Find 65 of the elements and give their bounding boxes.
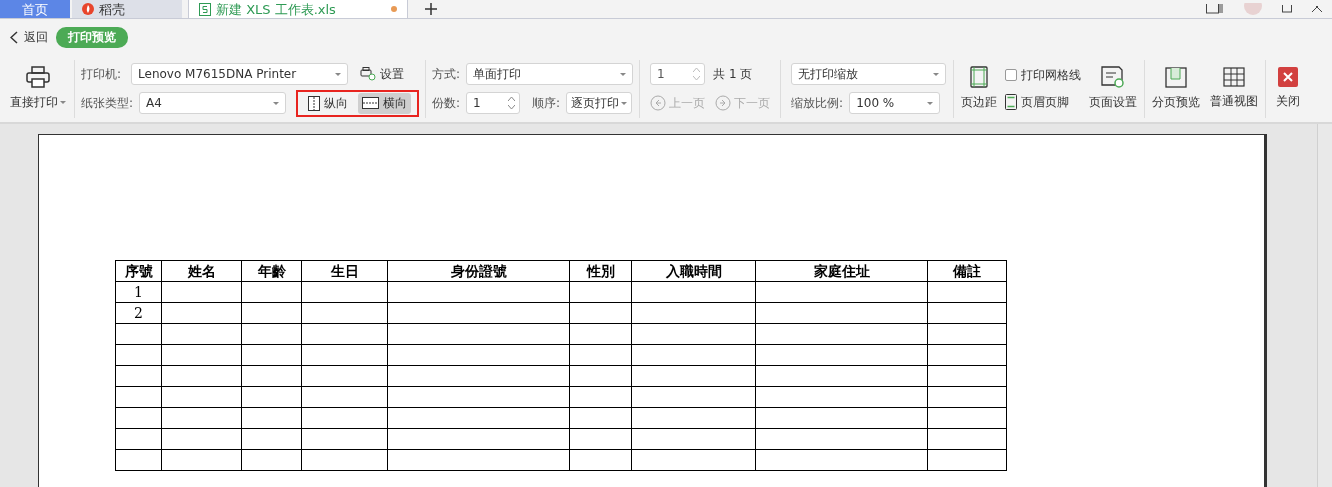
tab[interactable]: 稻壳 <box>72 0 182 18</box>
column-header: 家庭住址 <box>755 260 928 282</box>
method-dropdown[interactable]: 单面打印 <box>466 63 634 85</box>
portrait-page-icon <box>308 95 321 111</box>
landscape-page-icon <box>362 97 380 109</box>
caret-icon <box>933 72 940 76</box>
normal-view-button[interactable]: 普通视图 <box>1208 67 1261 110</box>
margins-button[interactable]: 页边距 <box>959 66 1000 111</box>
table-cell: 2 <box>134 305 143 321</box>
spinner-arrows-icon <box>693 67 701 81</box>
caret-icon <box>273 101 280 105</box>
flame-icon <box>82 3 94 15</box>
page-setup-button[interactable]: 页面设置 <box>1087 66 1140 111</box>
caret-icon <box>927 101 934 105</box>
page-spinner[interactable]: 1 <box>650 63 706 85</box>
page-break-icon <box>1165 66 1188 88</box>
add-icon[interactable] <box>424 3 437 15</box>
caret-icon <box>335 72 342 76</box>
orientation-button[interactable]: 横向 <box>358 92 412 114</box>
column-header: 備註 <box>927 260 1007 282</box>
header-footer-button[interactable]: 页眉页脚 <box>1005 93 1082 111</box>
order-label: 顺序: <box>532 94 561 112</box>
direct-print-button[interactable]: 直接打印 <box>8 66 68 111</box>
orientation-button[interactable]: 纵向 <box>304 92 353 114</box>
paper-type-label: 纸张类型: <box>81 94 134 112</box>
maximize-icon[interactable] <box>1282 5 1292 13</box>
caret-icon <box>60 101 66 104</box>
close-button[interactable]: 关闭 <box>1274 67 1303 110</box>
printer-label: 打印机: <box>81 65 122 83</box>
spinner-arrows-icon <box>508 96 516 110</box>
paper-dropdown[interactable]: A4 <box>139 92 287 114</box>
zoom-dropdown[interactable]: 100 % <box>849 92 941 114</box>
column-header: 入職時間 <box>631 260 756 282</box>
gridlines-checkbox[interactable]: 打印网格线 <box>1005 66 1082 84</box>
back-icon <box>10 30 18 44</box>
page-count: 共 1 页 <box>713 65 753 83</box>
printer-dropdown[interactable]: Lenovo M7615DNA Printer <box>131 63 349 85</box>
back-button[interactable]: 返回 <box>10 28 48 46</box>
copies-label: 份数: <box>432 94 461 112</box>
caret-icon <box>621 101 628 105</box>
tab[interactable]: 首页 <box>0 0 70 18</box>
copies-spinner[interactable]: 1 <box>466 92 521 114</box>
page-gear-icon <box>1101 66 1126 88</box>
printer-gear-icon <box>360 67 377 81</box>
mode-badge: 打印预览 <box>56 26 128 48</box>
column-header: 身份證號 <box>387 260 570 282</box>
grid-icon <box>1223 67 1246 87</box>
spreadsheet-icon <box>199 2 211 16</box>
method-label: 方式: <box>432 65 461 83</box>
column-header: 年齡 <box>241 260 302 282</box>
header-footer-icon <box>1005 94 1018 110</box>
scaling-dropdown[interactable]: 无打印缩放 <box>791 63 947 85</box>
settings-button[interactable]: 设置 <box>360 65 405 83</box>
table-cell: 1 <box>134 284 143 300</box>
order-dropdown[interactable]: 逐页打印 <box>566 92 633 114</box>
zoom-label: 缩放比例: <box>791 94 844 112</box>
tab[interactable]: 新建 XLS 工作表.xls <box>188 0 408 18</box>
column-header: 生日 <box>301 260 388 282</box>
column-header: 序號 <box>115 260 162 282</box>
column-header: 性別 <box>569 260 632 282</box>
printer-icon <box>26 66 50 88</box>
page-break-preview-button[interactable]: 分页预览 <box>1150 66 1203 111</box>
caret-icon <box>620 72 627 76</box>
margins-icon <box>970 66 989 88</box>
column-header: 姓名 <box>161 260 242 282</box>
